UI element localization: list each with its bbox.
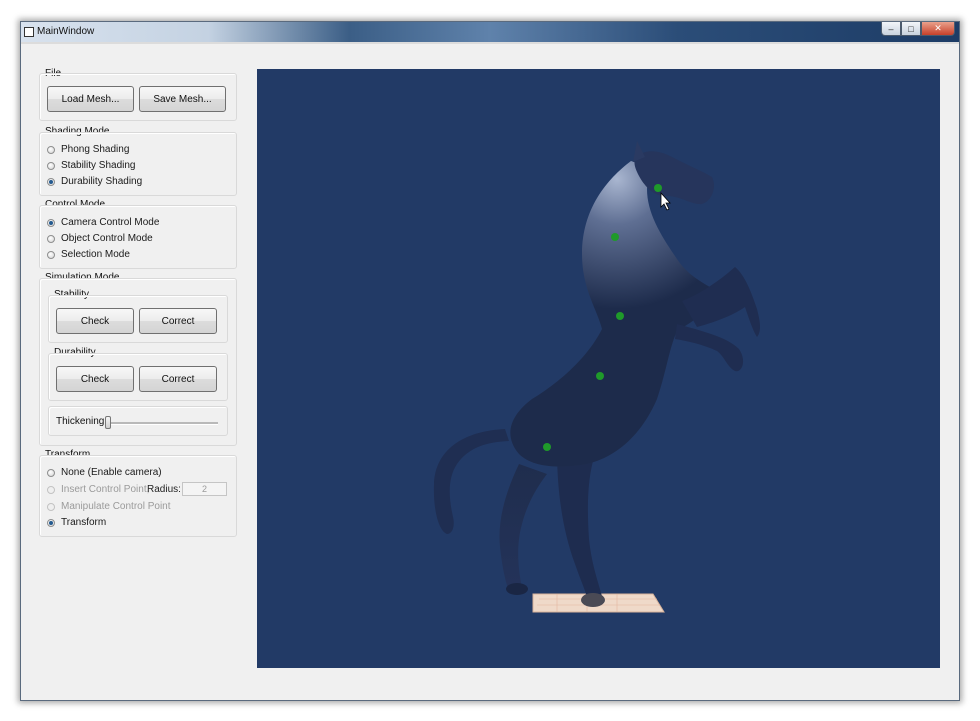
durability-correct-button[interactable]: Correct bbox=[139, 366, 217, 392]
radio-insert-control-point[interactable]: Insert Control Point, bbox=[47, 484, 149, 495]
main-window: MainWindow – □ ✕ File Load Mesh... Save … bbox=[20, 21, 960, 701]
radio-transform[interactable]: Transform bbox=[47, 517, 106, 528]
radio-indicator bbox=[47, 145, 55, 154]
stability-check-button[interactable]: Check bbox=[56, 308, 134, 334]
save-mesh-button[interactable]: Save Mesh... bbox=[139, 86, 226, 112]
title-bar[interactable]: MainWindow – □ ✕ bbox=[21, 22, 959, 42]
radio-label: Object Control Mode bbox=[61, 233, 153, 244]
radio-phong-shading[interactable]: Phong Shading bbox=[47, 144, 129, 155]
thickening-label: Thickening bbox=[56, 416, 105, 427]
horse-body bbox=[510, 161, 717, 467]
radio-selection-mode[interactable]: Selection Mode bbox=[47, 249, 130, 260]
radio-label: Durability Shading bbox=[61, 176, 143, 187]
radius-label: Radius: bbox=[147, 484, 181, 495]
radio-label: Camera Control Mode bbox=[61, 217, 160, 228]
radio-label: Insert Control Point, bbox=[61, 484, 150, 495]
horse-hoof bbox=[581, 593, 605, 607]
window-title: MainWindow bbox=[37, 26, 95, 37]
radio-label: Stability Shading bbox=[61, 160, 136, 171]
app-icon bbox=[24, 27, 34, 37]
radio-indicator bbox=[47, 234, 55, 243]
radio-label: Manipulate Control Point bbox=[61, 501, 171, 512]
radio-manipulate-control-point[interactable]: Manipulate Control Point bbox=[47, 501, 171, 512]
control-point[interactable] bbox=[611, 233, 619, 241]
client-area: File Load Mesh... Save Mesh... Shading M… bbox=[21, 44, 959, 700]
radio-indicator bbox=[47, 468, 55, 477]
control-point[interactable] bbox=[616, 312, 624, 320]
thickening-slider-track[interactable] bbox=[106, 422, 218, 425]
horse-hind-leg-back bbox=[499, 464, 547, 593]
radio-durability-shading[interactable]: Durability Shading bbox=[47, 176, 142, 187]
radio-label: Transform bbox=[61, 517, 107, 528]
radio-camera-control[interactable]: Camera Control Mode bbox=[47, 217, 159, 228]
radius-spinbox[interactable]: 2 bbox=[182, 482, 227, 496]
radio-indicator bbox=[47, 250, 55, 259]
radio-label: Selection Mode bbox=[61, 249, 130, 260]
radio-object-control[interactable]: Object Control Mode bbox=[47, 233, 153, 244]
durability-check-button[interactable]: Check bbox=[56, 366, 134, 392]
horse-front-leg-lower bbox=[675, 324, 744, 372]
stability-correct-button[interactable]: Correct bbox=[139, 308, 217, 334]
horse-hind-leg-front bbox=[557, 449, 603, 601]
minimize-button[interactable]: – bbox=[881, 22, 901, 36]
3d-viewport[interactable] bbox=[257, 69, 940, 668]
horse-tail bbox=[433, 429, 509, 534]
thickening-slider-handle[interactable] bbox=[105, 416, 111, 429]
window-controls: – □ ✕ bbox=[881, 22, 955, 36]
radio-label: Phong Shading bbox=[61, 144, 130, 155]
load-mesh-button[interactable]: Load Mesh... bbox=[47, 86, 134, 112]
radio-indicator bbox=[47, 518, 55, 527]
radio-stability-shading[interactable]: Stability Shading bbox=[47, 160, 136, 171]
close-button[interactable]: ✕ bbox=[921, 22, 955, 36]
control-point[interactable] bbox=[596, 372, 604, 380]
radio-indicator bbox=[47, 502, 55, 511]
maximize-button[interactable]: □ bbox=[901, 22, 921, 36]
radio-indicator bbox=[47, 218, 55, 227]
control-point[interactable] bbox=[543, 443, 551, 451]
radio-label: None (Enable camera) bbox=[61, 467, 162, 478]
radio-indicator bbox=[47, 485, 55, 494]
control-point[interactable] bbox=[654, 184, 662, 192]
radio-none-enable-camera[interactable]: None (Enable camera) bbox=[47, 467, 162, 478]
radio-indicator bbox=[47, 177, 55, 186]
horse-hoof bbox=[506, 583, 528, 595]
viewport-canvas[interactable] bbox=[257, 69, 940, 668]
radio-indicator bbox=[47, 161, 55, 170]
